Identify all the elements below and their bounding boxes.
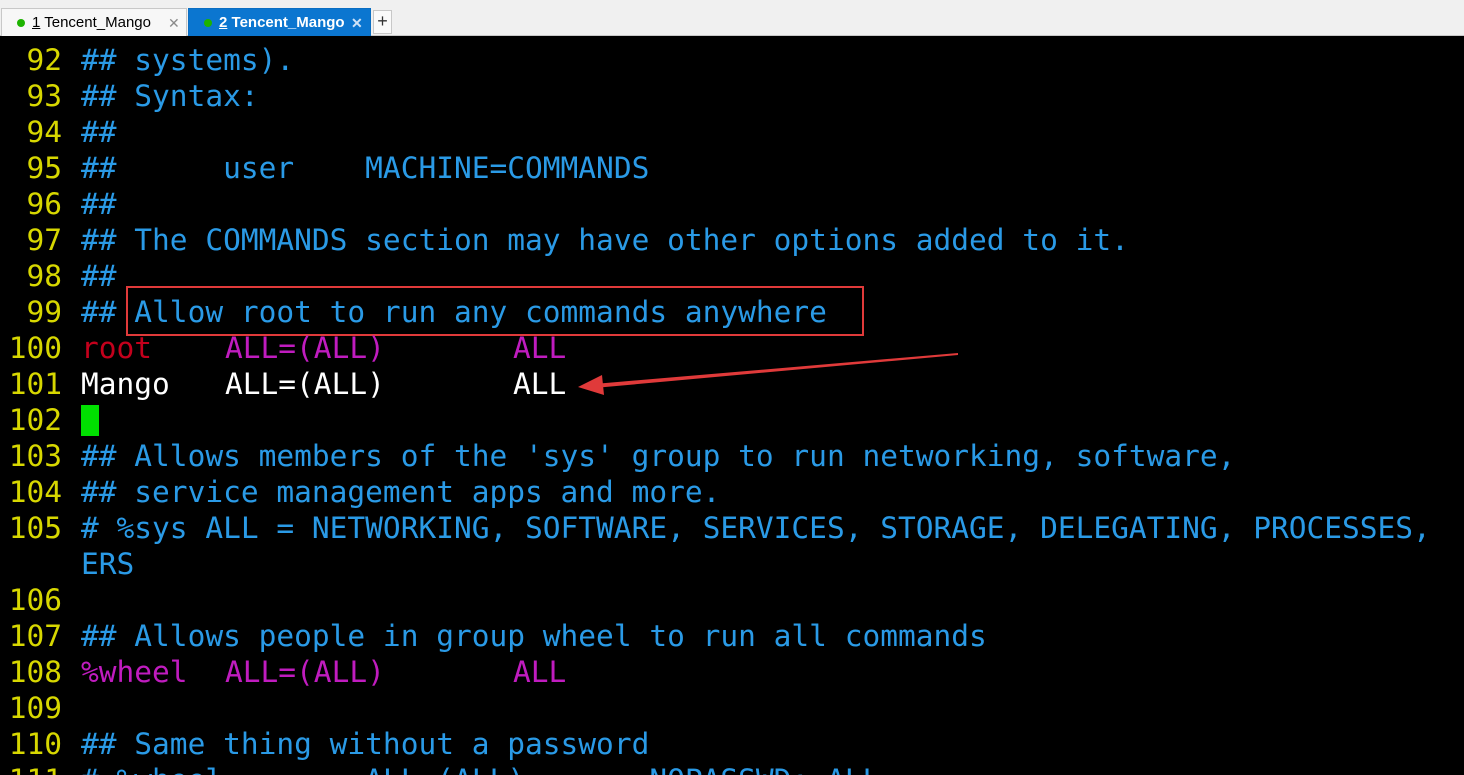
new-tab-button[interactable]: + [373, 10, 392, 34]
annotation-arrow-head [578, 375, 604, 395]
tab-bar: 1 Tencent_Mango ✕ 2 Tencent_Mango ✕ + [0, 0, 1464, 36]
line-text: ## The COMMANDS section may have other o… [81, 223, 1129, 257]
line-number: 106 [8, 583, 62, 617]
sudoers-user: root [81, 331, 153, 365]
text-cursor [81, 405, 99, 436]
line-text: ## systems). [81, 43, 295, 77]
line-number: 109 [8, 691, 62, 725]
line-text: ## [81, 115, 117, 149]
line-number: 104 [8, 475, 62, 509]
line-text: # %sys ALL = NETWORKING, SOFTWARE, SERVI… [81, 511, 1431, 545]
line-number: 108 [8, 655, 62, 689]
line-text: ERS [81, 547, 135, 581]
line-text: ## Allow root to run any commands anywhe… [81, 295, 827, 329]
line-number: 95 [26, 151, 62, 185]
line-number: 96 [26, 187, 62, 221]
close-tab-icon[interactable]: ✕ [351, 10, 363, 36]
line-number: 103 [8, 439, 62, 473]
line-text: ## Allows members of the 'sys' group to … [81, 439, 1236, 473]
line-number: 101 [8, 367, 62, 401]
connected-status-icon [17, 19, 25, 27]
line-text: ## Allows people in group wheel to run a… [81, 619, 987, 653]
connected-status-icon [204, 19, 212, 27]
line-number: 99 [26, 295, 62, 329]
tab-label: 2 Tencent_Mango [219, 14, 345, 31]
tab-session-2[interactable]: 2 Tencent_Mango ✕ [188, 8, 371, 36]
terminal-editor[interactable]: 92 ## systems). 93 ## Syntax: 94 ## 95 ## user … [4, 36, 1464, 775]
line-number: 102 [8, 403, 62, 437]
line-number: 94 [26, 115, 62, 149]
sudoers-command: ALL [513, 367, 567, 401]
line-number: 111 [4, 762, 62, 775]
sudoers-command: ALL [513, 331, 567, 365]
line-text: ## service management apps and more. [81, 475, 721, 509]
tab-label: 1 Tencent_Mango [32, 14, 151, 31]
sudoers-command: ALL [513, 655, 567, 689]
sudoers-user: %wheel [81, 655, 188, 689]
sudoers-host-spec: ALL=(ALL) [225, 367, 385, 401]
annotation-arrow-shaft [594, 353, 958, 388]
close-tab-icon[interactable]: ✕ [168, 10, 180, 36]
sudoers-host-spec: ALL=(ALL) [225, 331, 385, 365]
line-number: 110 [8, 727, 62, 761]
line-number: 93 [26, 79, 62, 113]
line-text: ## Same thing without a password [81, 727, 650, 761]
line-number: 107 [8, 619, 62, 653]
line-number: 100 [8, 331, 62, 365]
line-text: ## [81, 187, 117, 221]
line-text: ## user MACHINE=COMMANDS [81, 151, 650, 185]
sudoers-host-spec: ALL=(ALL) [225, 655, 385, 689]
line-number: 92 [26, 43, 62, 77]
annotation-arrow-icon [578, 353, 958, 395]
line-number: 105 [8, 511, 62, 545]
tab-session-1[interactable]: 1 Tencent_Mango ✕ [1, 8, 187, 36]
sudoers-user: Mango [81, 367, 170, 401]
line-text: ## Syntax: [81, 79, 259, 113]
line-number: 97 [26, 223, 62, 257]
line-text: # %wheel ALL=(ALL) NOPASSWD: ALL [81, 762, 880, 775]
line-text: ## [81, 259, 117, 293]
line-number: 98 [26, 259, 62, 293]
